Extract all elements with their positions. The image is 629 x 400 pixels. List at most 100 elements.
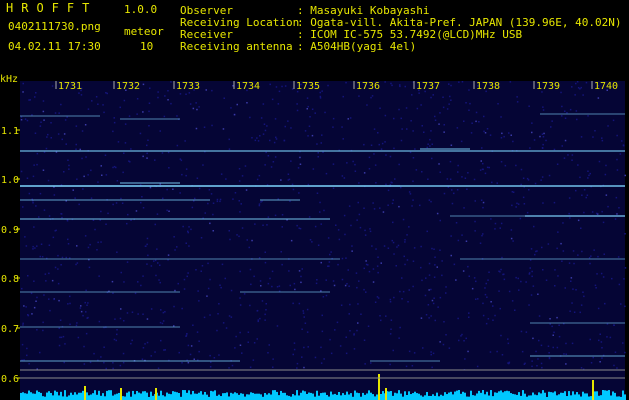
noise-speck	[317, 244, 320, 246]
noise-speck	[115, 166, 117, 169]
activity-bar	[540, 393, 542, 400]
noise-speck	[77, 336, 80, 339]
noise-speck	[124, 142, 127, 144]
noise-speck	[470, 132, 473, 134]
noise-speck	[448, 103, 450, 105]
activity-bar	[586, 393, 588, 400]
noise-speck	[153, 260, 155, 262]
noise-speck	[321, 90, 323, 92]
activity-bar	[236, 393, 238, 400]
noise-speck	[62, 335, 65, 338]
noise-speck	[368, 156, 371, 159]
noise-speck	[507, 342, 510, 345]
activity-bar	[594, 391, 596, 400]
noise-speck	[427, 143, 429, 145]
noise-speck	[360, 313, 362, 315]
noise-speck	[511, 204, 513, 207]
noise-speck	[580, 367, 583, 369]
activity-bar	[266, 394, 268, 400]
noise-speck	[457, 171, 459, 173]
noise-speck	[479, 169, 482, 171]
noise-speck	[358, 95, 360, 97]
activity-bar	[90, 394, 92, 400]
noise-speck	[443, 321, 445, 323]
activity-bar	[212, 391, 214, 400]
noise-speck	[186, 275, 188, 278]
noise-speck	[219, 198, 222, 201]
noise-speck	[396, 246, 398, 248]
noise-speck	[195, 269, 197, 271]
noise-speck	[431, 299, 434, 302]
noise-speck	[57, 133, 60, 135]
noise-speck	[163, 115, 166, 118]
noise-speck	[511, 191, 514, 193]
noise-speck	[528, 304, 530, 306]
noise-speck	[22, 324, 24, 326]
noise-speck	[142, 347, 145, 349]
noise-speck	[500, 116, 502, 118]
noise-speck	[602, 276, 605, 278]
noise-speck	[463, 340, 465, 342]
noise-speck	[411, 205, 413, 207]
activity-bar	[314, 396, 316, 400]
noise-speck	[485, 322, 488, 325]
noise-speck	[446, 178, 449, 180]
noise-speck	[39, 255, 41, 258]
noise-speck	[296, 362, 299, 365]
noise-speck	[124, 123, 127, 125]
noise-speck	[569, 108, 572, 111]
activity-bar	[368, 390, 370, 400]
noise-speck	[550, 126, 552, 128]
noise-speck	[276, 325, 279, 327]
activity-bar	[462, 391, 464, 400]
noise-speck	[300, 281, 302, 284]
noise-speck	[450, 254, 452, 257]
noise-speck	[308, 216, 311, 218]
activity-bar	[338, 392, 340, 400]
noise-speck	[21, 287, 23, 290]
activity-bar	[588, 396, 590, 400]
noise-speck	[334, 329, 336, 331]
noise-speck	[605, 164, 607, 167]
noise-speck	[209, 354, 211, 357]
noise-speck	[221, 263, 224, 266]
noise-speck	[284, 125, 286, 128]
noise-speck	[408, 226, 410, 228]
activity-bar	[566, 396, 568, 400]
noise-speck	[260, 285, 262, 287]
noise-speck	[556, 163, 559, 165]
noise-speck	[63, 133, 66, 135]
noise-speck	[542, 136, 545, 138]
activity-bar	[48, 391, 50, 400]
activity-bar	[42, 396, 44, 400]
noise-speck	[187, 231, 189, 234]
noise-speck	[83, 363, 86, 365]
noise-speck	[200, 270, 202, 272]
noise-speck	[576, 118, 578, 121]
noise-speck	[267, 282, 270, 285]
noise-speck	[408, 350, 411, 353]
noise-speck	[534, 182, 537, 185]
noise-speck	[392, 349, 394, 352]
noise-speck	[480, 199, 483, 201]
noise-speck	[178, 351, 180, 354]
noise-speck	[30, 292, 33, 295]
noise-speck	[54, 230, 56, 232]
noise-speck	[489, 134, 492, 136]
noise-speck	[251, 137, 253, 139]
noise-speck	[212, 230, 214, 232]
noise-speck	[267, 155, 270, 157]
noise-speck	[387, 204, 389, 206]
noise-speck	[261, 300, 264, 302]
noise-speck	[469, 102, 471, 105]
noise-speck	[28, 192, 31, 195]
activity-bar	[480, 392, 482, 400]
noise-speck	[104, 154, 107, 156]
activity-bar	[254, 393, 256, 400]
noise-speck	[543, 132, 545, 135]
noise-speck	[432, 94, 434, 96]
time-tick-label: 1740	[594, 81, 618, 92]
noise-speck	[31, 313, 33, 315]
noise-speck	[332, 163, 335, 165]
activity-bar	[496, 392, 498, 400]
